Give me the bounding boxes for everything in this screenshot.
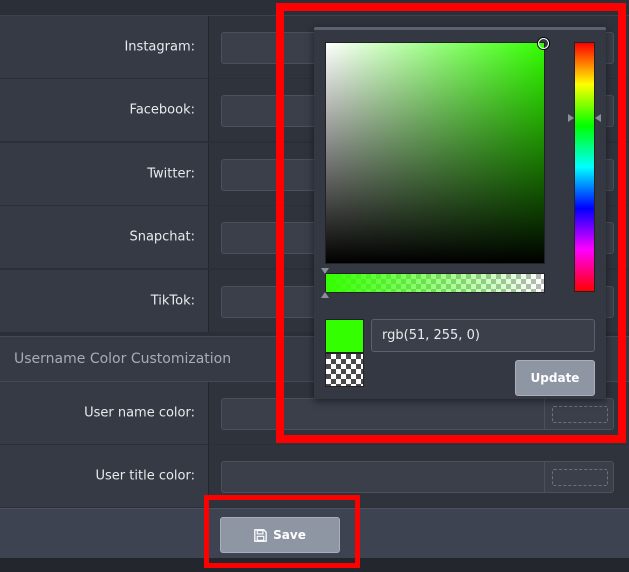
save-label: Save [273,528,306,542]
new-color-preview [325,319,364,353]
tiktok-label: TikTok: [150,293,195,309]
bottom-strip [0,558,629,572]
instagram-label: Instagram: [124,39,195,55]
twitter-label: Twitter: [147,166,195,182]
username-color-swatch[interactable] [544,398,614,430]
section-title: Username Color Customization [14,351,232,367]
saturation-value-area[interactable] [325,38,549,264]
usertitle-color-swatch[interactable] [544,461,614,493]
alpha-slider-handle[interactable] [321,268,329,298]
color-picker-popup: rgb(51, 255, 0) Update [314,27,606,399]
hue-slider[interactable] [574,42,595,292]
previous-color-preview[interactable] [325,353,364,387]
hue-slider-handle[interactable] [568,114,601,122]
usertitle-color-row: User title color: [0,445,629,508]
usertitle-color-label: User title color: [95,468,195,484]
save-button[interactable]: Save [220,517,340,553]
saturation-handle[interactable] [538,38,549,49]
alpha-slider[interactable] [325,273,545,293]
top-bar [0,0,629,16]
update-button[interactable]: Update [515,360,595,396]
color-value-input[interactable]: rgb(51, 255, 0) [371,319,595,352]
form-footer: Save [0,508,629,558]
snapchat-label: Snapchat: [129,229,195,245]
floppy-disk-icon [254,528,267,542]
username-color-label: User name color: [84,405,195,421]
facebook-label: Facebook: [129,102,195,118]
